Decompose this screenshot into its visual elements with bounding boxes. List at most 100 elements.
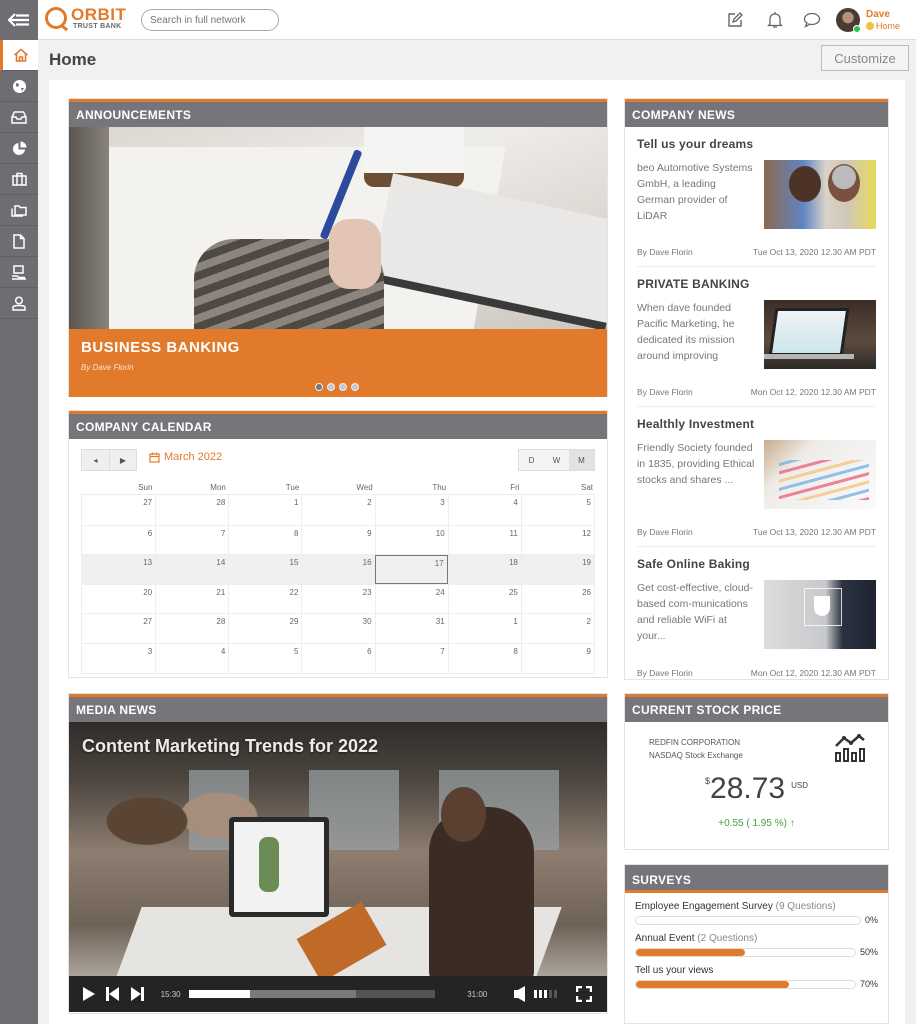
news-title[interactable]: Safe Online Baking <box>637 557 876 571</box>
calendar-day[interactable]: 8 <box>447 643 521 673</box>
calendar-day[interactable]: 28 <box>155 614 228 643</box>
sidebar-item-inbox[interactable] <box>0 102 38 133</box>
brand-logo[interactable]: ORBIT TRUST BANK <box>45 6 126 30</box>
news-image[interactable] <box>764 300 876 369</box>
calendar-day[interactable]: 3 <box>374 495 448 525</box>
news-title[interactable]: Tell us your dreams <box>637 137 876 151</box>
search-input[interactable] <box>141 9 279 31</box>
previous-button[interactable] <box>103 983 124 1005</box>
calendar-day[interactable]: 30 <box>301 614 374 643</box>
sidebar-item-home[interactable] <box>0 40 38 71</box>
user-name[interactable]: Dave <box>866 9 890 20</box>
messages-button[interactable] <box>802 10 822 30</box>
stock-chart-button[interactable] <box>834 734 866 767</box>
survey-item[interactable]: Employee Engagement Survey (9 Questions)… <box>625 893 888 925</box>
carousel-dot[interactable] <box>315 383 323 391</box>
carousel-dot[interactable] <box>327 383 335 391</box>
calendar-day[interactable]: 5 <box>228 643 301 673</box>
volume-bar[interactable] <box>539 990 543 998</box>
volume-bar[interactable] <box>544 990 548 998</box>
calendar-day[interactable]: 15 <box>228 555 301 584</box>
sidebar-item-analytics[interactable] <box>0 133 38 164</box>
calendar-view-day[interactable]: D <box>519 450 544 470</box>
calendar-day[interactable]: 6 <box>301 643 374 673</box>
calendar-day[interactable]: 13 <box>82 555 155 584</box>
sidebar-item-profile[interactable] <box>0 288 38 319</box>
next-button[interactable] <box>127 983 148 1005</box>
news-image[interactable] <box>764 160 876 229</box>
calendar-day[interactable]: 7 <box>155 525 228 555</box>
calendar-day[interactable]: 22 <box>228 584 301 614</box>
calendar-day[interactable]: 23 <box>301 584 374 614</box>
calendar-day[interactable]: 7 <box>374 643 448 673</box>
survey-title[interactable]: Tell us your views <box>635 965 878 976</box>
calendar-day[interactable]: 4 <box>447 495 521 525</box>
sidebar-item-globe[interactable] <box>0 71 38 102</box>
calendar-day[interactable]: 4 <box>155 643 228 673</box>
news-item[interactable]: PRIVATE BANKING When dave founded Pacifi… <box>637 267 876 407</box>
carousel-dot[interactable] <box>339 383 347 391</box>
calendar-day[interactable]: 18 <box>447 555 521 584</box>
calendar-day[interactable]: 19 <box>520 555 594 584</box>
calendar-day[interactable]: 1 <box>228 495 301 525</box>
sidebar-item-briefcase[interactable] <box>0 164 38 195</box>
sidebar-item-payments[interactable] <box>0 257 38 288</box>
calendar-day[interactable]: 2 <box>520 614 594 643</box>
mute-button[interactable] <box>509 983 530 1005</box>
news-image[interactable] <box>764 440 876 509</box>
volume-bar[interactable] <box>554 990 558 998</box>
sidebar-item-folders[interactable] <box>0 195 38 226</box>
calendar-day[interactable]: 8 <box>228 525 301 555</box>
play-button[interactable] <box>79 983 100 1005</box>
calendar-day[interactable]: 9 <box>520 643 594 673</box>
calendar-day[interactable]: 3 <box>82 644 155 673</box>
calendar-day[interactable]: 20 <box>82 585 155 614</box>
news-item[interactable]: Safe Online Baking Get cost-effective, c… <box>637 547 876 687</box>
announcement-image[interactable] <box>69 127 607 329</box>
calendar-day[interactable]: 26 <box>520 584 594 614</box>
compose-button[interactable] <box>725 10 745 30</box>
news-item[interactable]: Healthly Investment Friendly Society fou… <box>637 407 876 547</box>
calendar-view-week[interactable]: W <box>544 450 569 470</box>
calendar-day[interactable]: 10 <box>374 525 448 555</box>
video-player[interactable]: Content Marketing Trends for 2022 15:30 … <box>69 722 607 1012</box>
calendar-day[interactable]: 24 <box>374 584 448 614</box>
volume-bar[interactable] <box>549 990 553 998</box>
calendar-day[interactable]: 28 <box>155 495 228 525</box>
user-status[interactable]: Home <box>866 21 900 31</box>
video-progress-bar[interactable] <box>188 990 436 998</box>
calendar-day[interactable]: 21 <box>155 584 228 614</box>
survey-title[interactable]: Employee Engagement Survey (9 Questions) <box>635 901 878 912</box>
calendar-day[interactable]: 29 <box>228 614 301 643</box>
calendar-day-today[interactable]: 17 <box>374 555 448 584</box>
news-title[interactable]: Healthly Investment <box>637 417 876 431</box>
notifications-button[interactable] <box>765 10 785 30</box>
calendar-day[interactable]: 6 <box>82 526 155 555</box>
calendar-day[interactable]: 25 <box>447 584 521 614</box>
calendar-day[interactable]: 5 <box>520 495 594 525</box>
volume-slider[interactable] <box>534 990 558 998</box>
survey-item[interactable]: Annual Event (2 Questions) 50% <box>625 925 888 957</box>
calendar-day[interactable]: 31 <box>374 614 448 643</box>
calendar-day[interactable]: 27 <box>82 495 155 525</box>
news-title[interactable]: PRIVATE BANKING <box>637 277 876 291</box>
volume-bar[interactable] <box>534 990 538 998</box>
survey-title[interactable]: Annual Event (2 Questions) <box>635 933 878 944</box>
survey-item[interactable]: Tell us your views 70% <box>625 957 888 989</box>
news-item[interactable]: Tell us your dreams beo Automotive Syste… <box>637 127 876 267</box>
sidebar-item-document[interactable] <box>0 226 38 257</box>
calendar-day[interactable]: 27 <box>82 614 155 643</box>
calendar-day[interactable]: 9 <box>301 525 374 555</box>
calendar-day[interactable]: 2 <box>301 495 374 525</box>
calendar-day[interactable]: 14 <box>155 555 228 584</box>
carousel-dot[interactable] <box>351 383 359 391</box>
calendar-view-month[interactable]: M <box>569 450 594 470</box>
fullscreen-button[interactable] <box>573 983 594 1005</box>
calendar-day[interactable]: 16 <box>301 555 374 584</box>
menu-toggle-button[interactable] <box>0 0 38 40</box>
calendar-day[interactable]: 12 <box>520 525 594 555</box>
calendar-next-button[interactable]: ▶ <box>109 450 136 470</box>
calendar-day[interactable]: 1 <box>447 614 521 643</box>
calendar-day[interactable]: 11 <box>447 525 521 555</box>
announcement-caption[interactable]: BUSINESS BANKING By Dave Florin <box>69 329 607 397</box>
